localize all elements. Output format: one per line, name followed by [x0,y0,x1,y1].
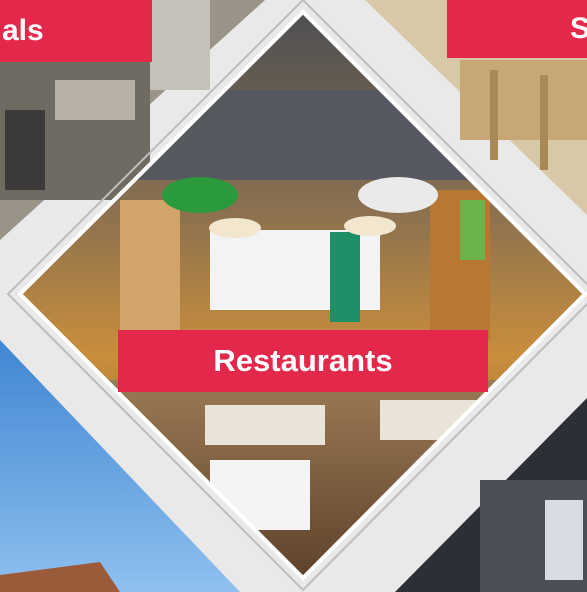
schools-label: S [447,0,587,58]
restaurants-label: Restaurants [118,330,488,392]
collage-canvas [0,0,587,592]
hospitals-label: als [0,0,152,62]
